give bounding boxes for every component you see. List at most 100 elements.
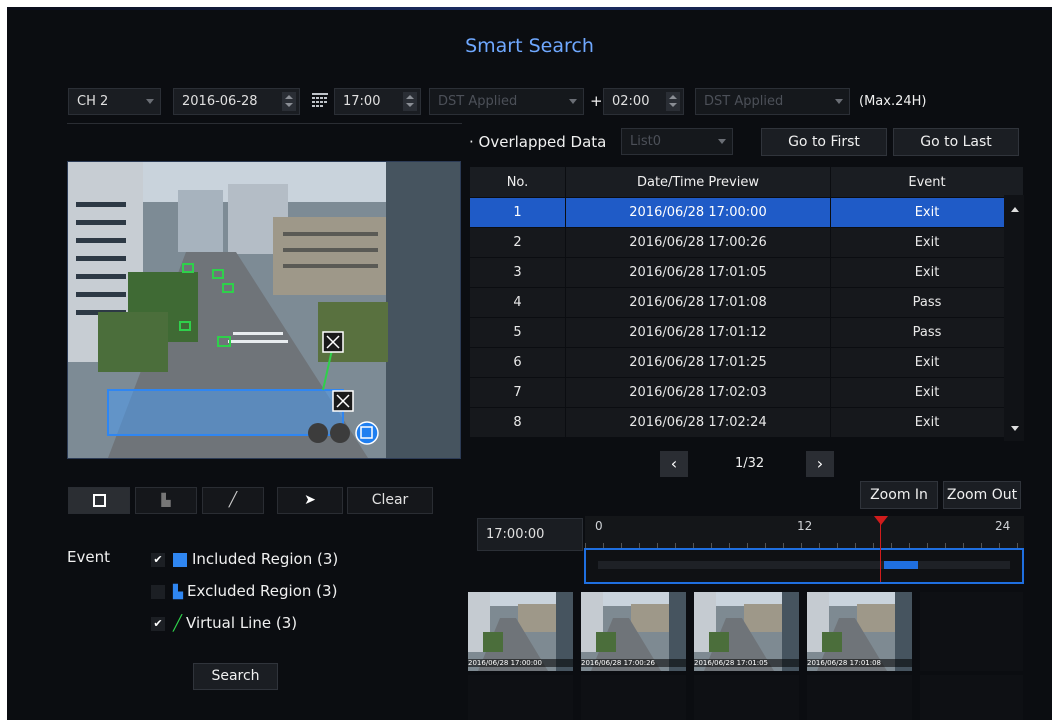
region-select-icon[interactable] xyxy=(355,421,379,445)
cell-no: 1 xyxy=(469,197,566,228)
zoom-out-button[interactable]: Zoom Out xyxy=(943,481,1021,509)
cursor-icon: ➤ xyxy=(304,492,316,508)
tool-select[interactable]: ➤ xyxy=(277,487,343,514)
cell-event: Pass xyxy=(830,317,1024,348)
cell-event: Exit xyxy=(830,227,1024,258)
thumbnail-caption: 2016/06/28 17:01:08 xyxy=(807,659,912,667)
thumbnail[interactable]: 2016/06/28 17:01:08 xyxy=(807,592,912,671)
date-spinner-icon[interactable] xyxy=(282,92,296,111)
tick-label-24: 24 xyxy=(995,519,1011,533)
cell-no: 4 xyxy=(469,287,566,318)
tool-exclude-region[interactable]: ▙ xyxy=(135,487,197,514)
table-row[interactable]: 6 2016/06/28 17:01:25 Exit xyxy=(469,347,1024,378)
thumbnail[interactable]: 2016/06/28 17:01:05 xyxy=(694,592,799,671)
timeline-cursor[interactable] xyxy=(880,516,881,582)
table-scrollbar[interactable] xyxy=(1004,195,1024,441)
max-note: (Max.24H) xyxy=(859,94,927,109)
close-icon[interactable] xyxy=(332,390,354,412)
thumbnail-empty xyxy=(920,592,1023,671)
table-row[interactable]: 3 2016/06/28 17:01:05 Exit xyxy=(469,257,1024,288)
table-row[interactable]: 2 2016/06/28 17:00:26 Exit xyxy=(469,227,1024,258)
table-row[interactable]: 7 2016/06/28 17:02:03 Exit xyxy=(469,377,1024,408)
camera-preview[interactable] xyxy=(67,161,461,459)
dst-start-value: DST Applied xyxy=(438,94,518,109)
go-to-last-button[interactable]: Go to Last xyxy=(893,128,1019,156)
checkbox-unchecked[interactable] xyxy=(151,584,165,599)
cell-datetime: 2016/06/28 17:01:25 xyxy=(565,347,831,378)
smart-search-window: Smart Search CH 2 2016-06-28 17:00 DST A… xyxy=(7,7,1052,720)
tick-label-12: 12 xyxy=(797,519,813,533)
table-row[interactable]: 1 2016/06/28 17:00:00 Exit xyxy=(469,197,1024,228)
scroll-down-icon[interactable] xyxy=(1011,426,1019,431)
plus-label: + xyxy=(590,92,603,110)
cell-no: 8 xyxy=(469,407,566,438)
page-title: Smart Search xyxy=(465,35,594,57)
cell-datetime: 2016/06/28 17:01:05 xyxy=(565,257,831,288)
region-edit-icon[interactable] xyxy=(330,423,350,443)
cell-datetime: 2016/06/28 17:02:24 xyxy=(565,407,831,438)
calendar-icon[interactable] xyxy=(312,93,328,107)
timeline-time-value: 17:00:00 xyxy=(486,527,545,542)
cell-no: 6 xyxy=(469,347,566,378)
tool-include-region[interactable] xyxy=(68,487,130,514)
street-scene-image xyxy=(68,162,460,458)
thumbnail-empty xyxy=(694,675,799,720)
overlapped-data-text: Overlapped Data xyxy=(478,133,607,151)
excluded-region-option[interactable]: ▙ Excluded Region (3) xyxy=(151,582,337,600)
scroll-up-icon[interactable] xyxy=(1011,207,1019,212)
cell-event: Exit xyxy=(830,257,1024,288)
divider xyxy=(67,123,462,124)
dst-end-value: DST Applied xyxy=(704,94,784,109)
clear-button[interactable]: Clear xyxy=(347,487,433,514)
search-button[interactable]: Search xyxy=(193,663,278,690)
zoom-in-button[interactable]: Zoom In xyxy=(860,481,938,509)
excluded-region-label: Excluded Region (3) xyxy=(187,582,338,600)
duration-spinner-icon[interactable] xyxy=(666,92,680,111)
channel-select[interactable]: CH 2 xyxy=(68,88,161,115)
date-input[interactable]: 2016-06-28 xyxy=(173,88,300,115)
timeline-time[interactable]: 17:00:00 xyxy=(477,518,583,551)
tool-icon[interactable] xyxy=(308,423,328,443)
next-page-button[interactable]: › xyxy=(806,451,834,477)
thumbnail-empty xyxy=(581,675,686,720)
thumbnail-caption: 2016/06/28 17:00:26 xyxy=(581,659,686,667)
table-row[interactable]: 5 2016/06/28 17:01:12 Pass xyxy=(469,317,1024,348)
timeline-track[interactable] xyxy=(584,548,1024,584)
timeline-event-segment xyxy=(884,561,918,569)
thumbnail[interactable]: 2016/06/28 17:00:26 xyxy=(581,592,686,671)
cell-datetime: 2016/06/28 17:01:08 xyxy=(565,287,831,318)
time-spinner-icon[interactable] xyxy=(403,92,417,111)
dst-select-start: DST Applied xyxy=(429,88,584,115)
exclude-region-icon: ▙ xyxy=(161,493,171,507)
prev-page-button[interactable]: ‹ xyxy=(660,451,688,477)
tool-virtual-line[interactable]: ╱ xyxy=(202,487,264,514)
col-no: No. xyxy=(469,166,566,198)
virtual-line-option[interactable]: ✔ ╱ Virtual Line (3) xyxy=(151,614,297,632)
duration-input[interactable]: 02:00 xyxy=(603,88,684,115)
cell-no: 7 xyxy=(469,377,566,408)
time-input[interactable]: 17:00 xyxy=(334,88,421,115)
table-row[interactable]: 8 2016/06/28 17:02:24 Exit xyxy=(469,407,1024,438)
cell-datetime: 2016/06/28 17:00:26 xyxy=(565,227,831,258)
duration-value: 02:00 xyxy=(612,94,650,109)
cell-no: 3 xyxy=(469,257,566,288)
page-indicator: 1/32 xyxy=(735,456,765,471)
timeline-cursor-marker xyxy=(874,516,888,525)
dst-select-end: DST Applied xyxy=(695,88,850,115)
overlap-list-select: List0 xyxy=(621,128,733,155)
table-row[interactable]: 4 2016/06/28 17:01:08 Pass xyxy=(469,287,1024,318)
included-region-option[interactable]: ✔ Included Region (3) xyxy=(151,550,338,568)
col-datetime: Date/Time Preview xyxy=(565,166,831,198)
close-icon[interactable] xyxy=(322,331,344,353)
thumbnail-empty xyxy=(920,675,1023,720)
checkbox-checked[interactable]: ✔ xyxy=(151,552,165,567)
chevron-down-icon xyxy=(146,99,154,104)
thumbnail-empty xyxy=(468,675,573,720)
thumbnail[interactable]: 2016/06/28 17:00:00 xyxy=(468,592,573,671)
timeline-ruler: 0 12 24 xyxy=(585,516,1024,549)
go-to-first-button[interactable]: Go to First xyxy=(761,128,887,156)
cell-datetime: 2016/06/28 17:01:12 xyxy=(565,317,831,348)
time-value: 17:00 xyxy=(343,94,381,109)
checkbox-checked[interactable]: ✔ xyxy=(151,616,165,631)
cell-event: Pass xyxy=(830,287,1024,318)
